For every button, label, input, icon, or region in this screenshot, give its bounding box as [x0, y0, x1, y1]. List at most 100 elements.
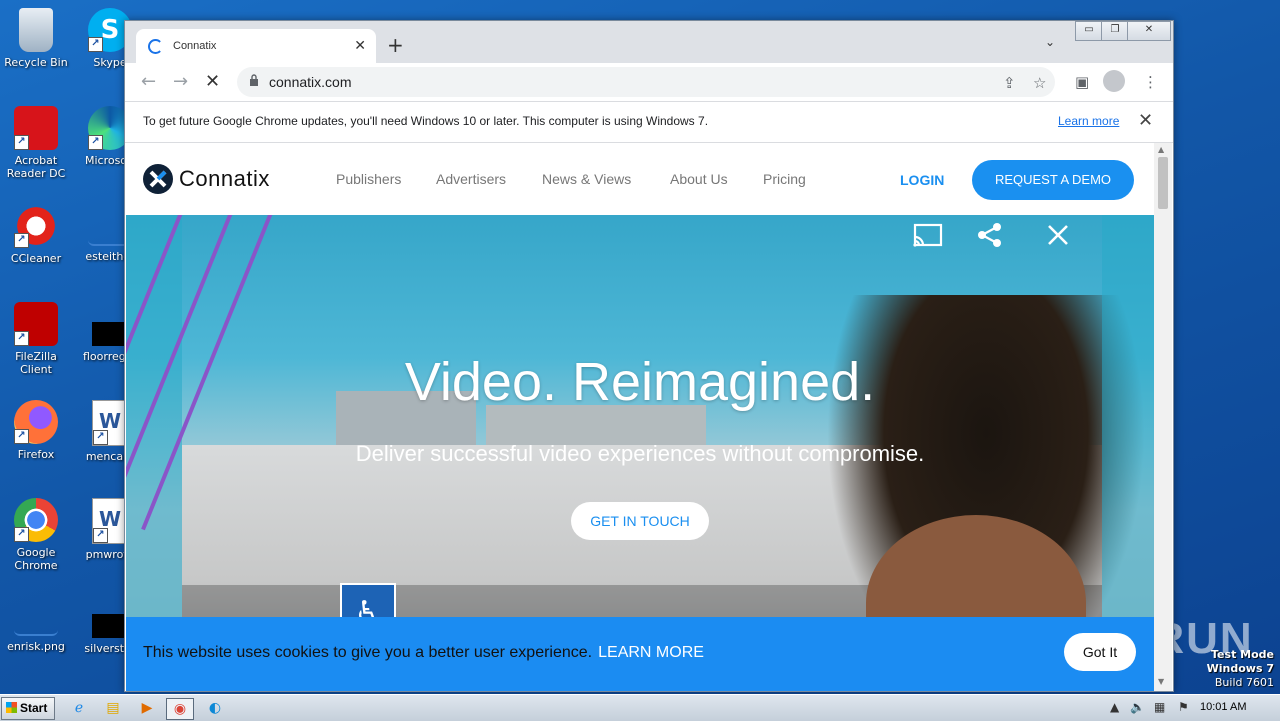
site-header: Connatix Publishers Advertisers News & V… — [126, 143, 1154, 215]
shortcut-arrow-icon: ↗ — [14, 527, 29, 542]
connatix-logo-icon — [143, 164, 173, 194]
scrollbar-thumb[interactable] — [1158, 157, 1168, 209]
url-text: connatix.com — [269, 74, 352, 90]
desktop-icon-acrobat[interactable]: ↗ Acrobat Reader DC — [0, 106, 72, 180]
taskbar-explorer-icon[interactable]: ▤ — [100, 698, 126, 718]
profile-avatar-icon[interactable] — [1103, 70, 1125, 92]
page-viewport: Connatix Publishers Advertisers News & V… — [126, 143, 1154, 691]
start-button[interactable]: Start — [1, 697, 55, 720]
desktop-icon-recycle-bin[interactable]: Recycle Bin — [0, 8, 72, 69]
logo-wordmark: Connatix — [179, 166, 270, 191]
share-icon[interactable]: ⇪ — [1003, 74, 1016, 92]
hero-subtitle: Deliver successful video experiences wit… — [355, 441, 925, 466]
cast-icon[interactable] — [912, 223, 944, 249]
browser-toolbar: ← → ✕ connatix.com ⇪ ☆ ▣ ⋮ — [125, 63, 1173, 101]
request-demo-button[interactable]: REQUEST A DEMO — [972, 160, 1134, 200]
back-icon[interactable]: ← — [141, 71, 156, 92]
word-doc-icon: W ↗ — [92, 400, 128, 446]
desktop-icon-firefox[interactable]: ↗ Firefox — [0, 400, 72, 461]
page-scrollbar[interactable]: ▲ ▼ — [1154, 143, 1172, 691]
nav-news-views[interactable]: News & Views — [542, 171, 631, 187]
taskbar-edge-icon[interactable]: ◐ — [202, 698, 228, 718]
watermark-line: Windows 7 — [1206, 662, 1274, 675]
login-link[interactable]: LOGIN — [900, 172, 944, 188]
address-bar[interactable]: connatix.com ⇪ ☆ — [237, 67, 1055, 97]
file-icon — [92, 614, 128, 638]
minimize-icon[interactable]: ▭ — [1075, 21, 1103, 41]
action-center-flag-icon[interactable]: ⚑ — [1178, 700, 1189, 714]
chrome-icon: ↗ — [14, 498, 58, 542]
close-tab-icon[interactable]: ✕ — [354, 38, 366, 54]
connatix-logo[interactable]: Connatix — [143, 164, 270, 194]
network-icon[interactable]: ▦ — [1154, 700, 1165, 714]
desktop-icon-label: Skype — [93, 56, 127, 69]
cookie-learn-more-link[interactable]: LEARN MORE — [598, 644, 704, 661]
new-tab-icon[interactable]: + — [387, 33, 404, 57]
shortcut-arrow-icon: ↗ — [14, 429, 29, 444]
desktop-icon-ccleaner[interactable]: ↗ CCleaner — [0, 204, 72, 265]
ccleaner-icon: ↗ — [14, 204, 58, 248]
close-window-icon[interactable]: ✕ — [1127, 21, 1171, 41]
watermark-line: Test Mode — [1211, 648, 1274, 661]
image-file-icon — [14, 600, 58, 636]
taskbar-media-player-icon[interactable]: ▶ — [134, 698, 160, 718]
nav-advertisers[interactable]: Advertisers — [436, 171, 506, 187]
nav-pricing[interactable]: Pricing — [763, 171, 806, 187]
cookie-banner: This website uses cookies to give you a … — [126, 617, 1154, 691]
shortcut-arrow-icon: ↗ — [88, 135, 103, 150]
desktop-icon-enrisk[interactable]: enrisk.png — [0, 600, 72, 653]
forward-icon[interactable]: → — [173, 71, 188, 92]
share-icon[interactable] — [976, 221, 1004, 249]
tab-title: Connatix — [173, 40, 217, 52]
nav-publishers[interactable]: Publishers — [336, 171, 401, 187]
tray-expand-icon[interactable]: ▲ — [1110, 700, 1119, 714]
desktop-icon-chrome[interactable]: ↗ Google Chrome — [0, 498, 72, 572]
taskbar: Start ℯ ▤ ▶ ◉ ◐ ▲ 🔈 ▦ ⚑ 10:01 AM — [0, 694, 1280, 721]
shortcut-arrow-icon: ↗ — [93, 528, 108, 543]
stop-loading-icon[interactable]: ✕ — [205, 71, 220, 92]
scroll-down-icon[interactable]: ▼ — [1158, 677, 1164, 686]
cookie-accept-button[interactable]: Got It — [1064, 633, 1136, 671]
cookie-text: This website uses cookies to give you a … — [143, 644, 593, 661]
volume-icon[interactable]: 🔈 — [1130, 700, 1145, 714]
taskbar-chrome-icon[interactable]: ◉ — [166, 698, 194, 720]
cookie-message: This website uses cookies to give you a … — [143, 644, 704, 662]
title-bar: Connatix ✕ + ⌄ ▭ ❐ ✕ — [125, 21, 1173, 63]
desktop-icon-label: Google Chrome — [14, 546, 58, 572]
test-mode-watermark: Test Mode Windows 7 Build 7601 — [1207, 648, 1274, 690]
infobar-learn-more-link[interactable]: Learn more — [1058, 114, 1119, 128]
desktop-icon-label: Firefox — [17, 448, 55, 461]
browser-window: Connatix ✕ + ⌄ ▭ ❐ ✕ ← → ✕ connatix.com … — [124, 20, 1174, 692]
loading-spinner-icon — [148, 38, 163, 54]
filezilla-icon: ↗ — [14, 302, 58, 346]
shortcut-arrow-icon: ↗ — [93, 430, 108, 445]
acrobat-icon: ↗ — [14, 106, 58, 150]
taskbar-clock[interactable]: 10:01 AM — [1200, 701, 1246, 713]
recycle-bin-icon — [19, 8, 53, 52]
desktop-icon-filezilla[interactable]: ↗ FileZilla Client — [0, 302, 72, 376]
close-video-icon[interactable] — [1046, 223, 1070, 247]
update-infobar: To get future Google Chrome updates, you… — [125, 101, 1173, 143]
bookmark-star-icon[interactable]: ☆ — [1033, 74, 1046, 92]
watermark-line: Build 7601 — [1214, 676, 1274, 689]
firefox-icon: ↗ — [14, 400, 58, 444]
get-in-touch-button[interactable]: GET IN TOUCH — [571, 502, 709, 540]
scroll-up-icon[interactable]: ▲ — [1158, 145, 1164, 154]
nav-about-us[interactable]: About Us — [670, 171, 728, 187]
tab-search-chevron-icon[interactable]: ⌄ — [1045, 35, 1055, 49]
shortcut-arrow-icon: ↗ — [14, 233, 29, 248]
menu-dots-icon[interactable]: ⋮ — [1143, 73, 1158, 91]
shortcut-arrow-icon: ↗ — [14, 135, 29, 150]
infobar-message: To get future Google Chrome updates, you… — [143, 114, 709, 128]
hero-title: Video. Reimagined. — [404, 352, 876, 412]
desktop-icon-label: FileZilla Client — [15, 350, 57, 376]
desktop-icon-label: enrisk.png — [7, 640, 65, 653]
infobar-close-icon[interactable]: ✕ — [1138, 110, 1153, 131]
side-panel-icon[interactable]: ▣ — [1075, 73, 1089, 91]
file-icon — [92, 322, 128, 346]
shortcut-arrow-icon: ↗ — [88, 37, 103, 52]
windows-flag-icon — [6, 702, 17, 713]
taskbar-ie-icon[interactable]: ℯ — [66, 698, 92, 718]
restore-icon[interactable]: ❐ — [1101, 21, 1129, 41]
browser-tab[interactable]: Connatix ✕ — [136, 29, 376, 63]
